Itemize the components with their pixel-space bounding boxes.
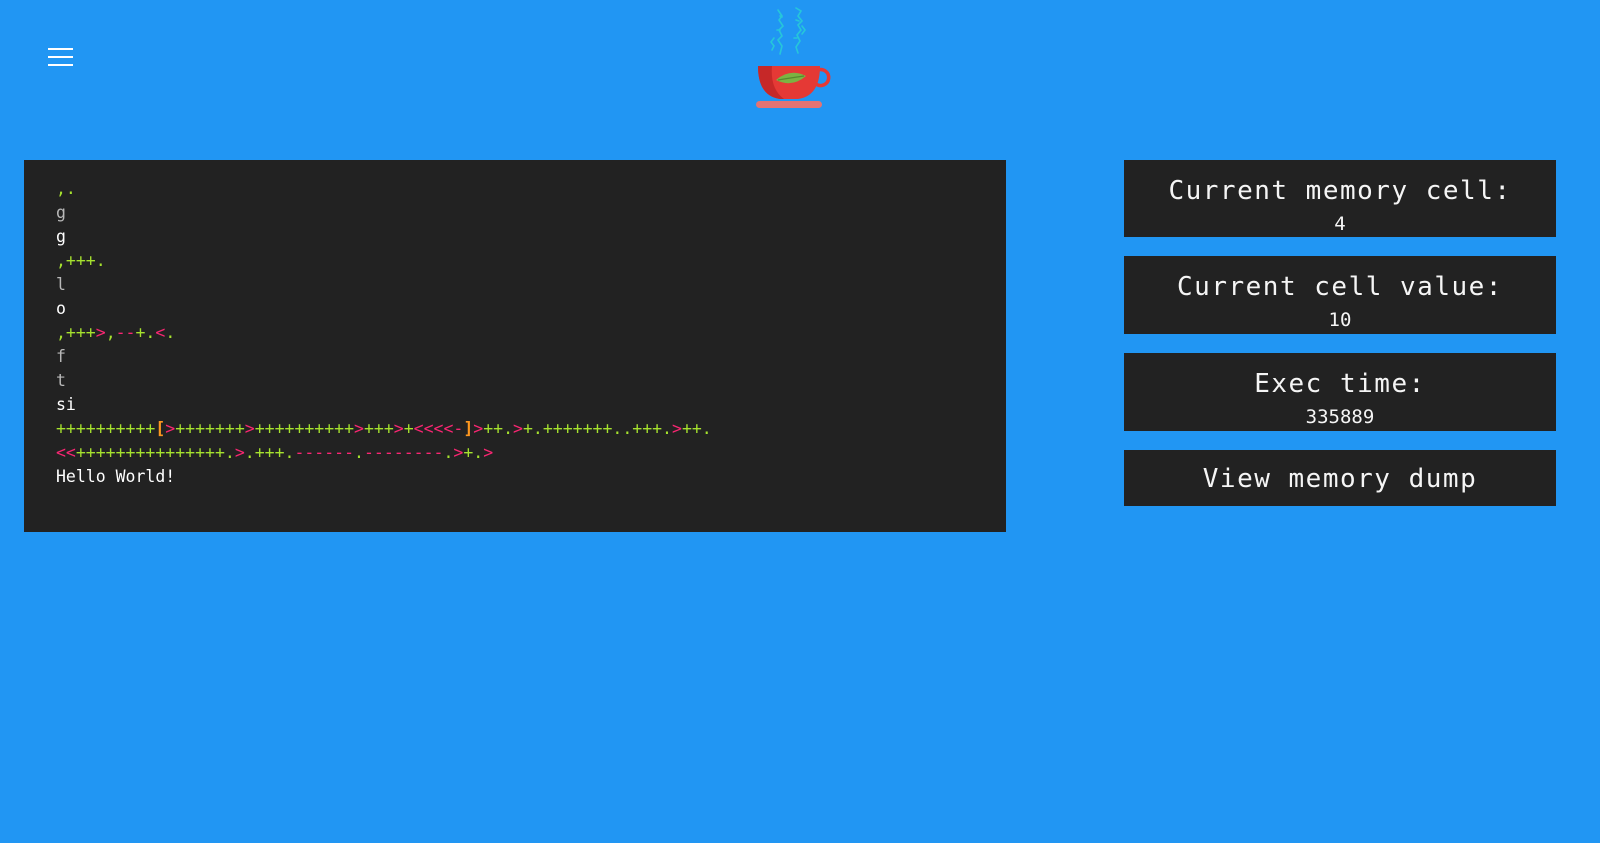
saucer bbox=[756, 101, 822, 108]
menu-bar bbox=[48, 48, 73, 50]
code-token: o bbox=[56, 299, 66, 318]
code-token: << bbox=[56, 443, 76, 462]
code-token: > bbox=[234, 443, 245, 462]
code-token: < bbox=[155, 323, 166, 342]
code-token: si bbox=[56, 395, 76, 414]
code-token: > bbox=[244, 419, 255, 438]
memory-cell-value: 4 bbox=[1334, 213, 1346, 235]
code-token: -------- bbox=[363, 443, 444, 462]
memory-cell-panel: Current memory cell: 4 bbox=[1124, 160, 1556, 237]
code-token: .+++. bbox=[244, 443, 295, 462]
code-token: > bbox=[453, 443, 464, 462]
code-line: Hello World! bbox=[56, 465, 974, 489]
code-token: Hello World! bbox=[56, 467, 176, 486]
hamburger-menu-icon[interactable] bbox=[44, 44, 74, 70]
code-token: > bbox=[473, 419, 484, 438]
code-token: > bbox=[354, 419, 364, 438]
code-line: o bbox=[56, 297, 974, 321]
code-token: ++++++++++ bbox=[254, 419, 355, 438]
code-token: ,+++. bbox=[56, 251, 106, 270]
menu-bar bbox=[48, 64, 73, 66]
code-line: g bbox=[56, 225, 974, 249]
code-token: > bbox=[513, 419, 523, 438]
memory-cell-label: Current memory cell: bbox=[1168, 176, 1512, 206]
code-token: +++ bbox=[363, 419, 394, 438]
code-line: si bbox=[56, 393, 974, 417]
code-token: > bbox=[165, 419, 176, 438]
code-token: g bbox=[56, 227, 66, 246]
code-token: <<<< bbox=[413, 419, 454, 438]
view-memory-dump-label: View memory dump bbox=[1202, 464, 1478, 494]
cell-value-label: Current cell value: bbox=[1177, 272, 1503, 302]
code-token: +.+++++++..+++. bbox=[522, 419, 672, 438]
code-token: ,. bbox=[56, 179, 76, 198]
code-token: g bbox=[56, 203, 66, 222]
code-token: l bbox=[56, 275, 66, 294]
code-token: > bbox=[95, 323, 106, 342]
view-memory-dump-button[interactable]: View memory dump bbox=[1124, 450, 1556, 506]
code-token: +. bbox=[135, 323, 156, 342]
code-token: ++++++++++ bbox=[56, 419, 156, 438]
cell-value-value: 10 bbox=[1328, 309, 1352, 331]
cell-value-panel: Current cell value: 10 bbox=[1124, 256, 1556, 334]
code-token: > bbox=[672, 419, 682, 438]
code-token: ++. bbox=[483, 419, 514, 438]
code-line: t bbox=[56, 369, 974, 393]
code-token: -- bbox=[115, 323, 136, 342]
code-line: ,+++. bbox=[56, 249, 974, 273]
code-line: ,. bbox=[56, 177, 974, 201]
exec-time-panel: Exec time: 335889 bbox=[1124, 353, 1556, 431]
code-token: > bbox=[483, 443, 494, 462]
code-line: ++++++++++[>+++++++>++++++++++>+++>+<<<<… bbox=[56, 417, 974, 441]
code-line: f bbox=[56, 345, 974, 369]
code-token: . bbox=[443, 443, 454, 462]
code-line: <<+++++++++++++++.>.+++.------.--------.… bbox=[56, 441, 974, 465]
code-token: ] bbox=[463, 419, 474, 438]
exec-time-label: Exec time: bbox=[1254, 369, 1426, 399]
code-token: f bbox=[56, 347, 66, 366]
code-editor[interactable]: ,. g g ,+++. l o ,+++>,--+.<. f t si ++++++++++[>+… bbox=[24, 160, 1006, 532]
code-token: ------ bbox=[294, 443, 355, 462]
code-token: . bbox=[165, 323, 176, 342]
teacup-logo-icon bbox=[756, 7, 831, 108]
code-line: l bbox=[56, 273, 974, 297]
code-token: > bbox=[393, 419, 404, 438]
code-line: ,+++>,--+.<. bbox=[56, 321, 974, 345]
code-token: , bbox=[105, 323, 116, 342]
code-token: + bbox=[403, 419, 414, 438]
code-token: - bbox=[453, 419, 464, 438]
code-token: +++++++ bbox=[175, 419, 245, 438]
code-token: [ bbox=[155, 419, 166, 438]
code-token: ++. bbox=[681, 419, 712, 438]
code-token: +. bbox=[463, 443, 484, 462]
code-token: t bbox=[56, 371, 66, 390]
code-token: +++++++++++++++. bbox=[75, 443, 235, 462]
code-line: g bbox=[56, 201, 974, 225]
steam-icon bbox=[770, 7, 806, 55]
code-token: ,+++ bbox=[56, 323, 96, 342]
menu-bar bbox=[48, 56, 73, 58]
exec-time-value: 335889 bbox=[1305, 406, 1375, 428]
code-token: . bbox=[354, 443, 364, 462]
